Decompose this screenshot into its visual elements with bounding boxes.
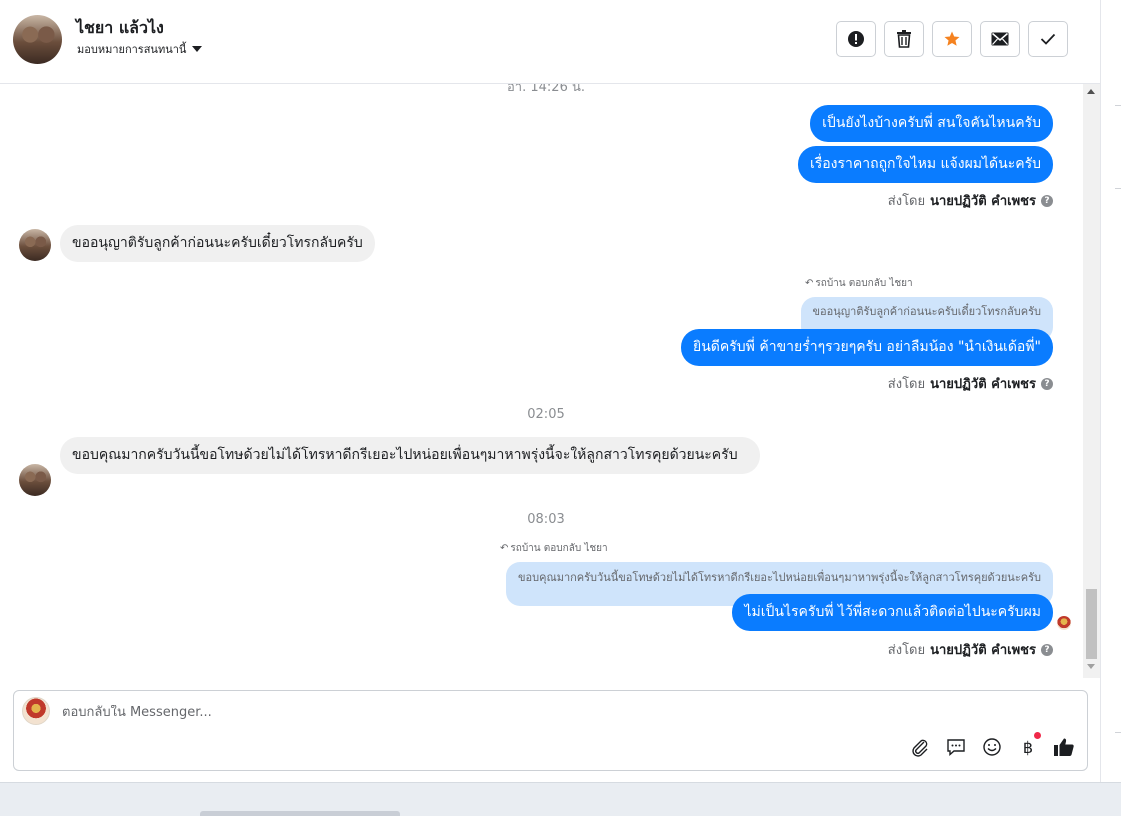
spam-button[interactable] xyxy=(836,21,876,57)
help-icon[interactable]: ? xyxy=(1041,643,1053,656)
reply-label: ↶ รถบ้าน ตอบกลับ ไชยา xyxy=(805,276,913,291)
delete-button[interactable] xyxy=(884,21,924,57)
trash-icon xyxy=(897,30,911,48)
attach-icon[interactable] xyxy=(909,736,931,758)
outgoing-message[interactable]: ไม่เป็นไรครับพี่ ไว้พี่สะดวกแล้วติดต่อไป… xyxy=(732,594,1053,631)
emoji-icon[interactable] xyxy=(981,736,1003,758)
reply-label-text: รถบ้าน ตอบกลับ ไชยา xyxy=(510,543,608,554)
taskbar xyxy=(0,782,1121,816)
contact-avatar[interactable] xyxy=(13,15,62,64)
star-icon xyxy=(944,31,960,46)
sent-by-info: ส่งโดย นายปฏิวัติ คำเพชร ? xyxy=(888,190,1053,211)
done-button[interactable] xyxy=(1028,21,1068,57)
divider xyxy=(1115,105,1121,106)
reply-label-text: รถบ้าน ตอบกลับ ไชยา xyxy=(815,278,913,289)
reply-composer: ฿ xyxy=(13,690,1088,771)
conversation-header: ไชยา แล้วไง มอบหมายการสนทนานี้ xyxy=(0,0,1100,84)
sent-by-label: ส่งโดย xyxy=(887,643,926,658)
incoming-message[interactable]: ขอบคุณมากครับวันนี้ขอโทษด้วยไม่ได้โทรหาด… xyxy=(60,437,760,474)
reply-arrow-icon: ↶ xyxy=(805,278,814,289)
contact-name[interactable]: ไชยา แล้วไง xyxy=(76,16,164,41)
incoming-message[interactable]: ขออนุญาติรับลูกค้าก่อนนะครับเดี๋ยวโทรกลั… xyxy=(60,225,375,262)
timestamp: 02:05 xyxy=(527,407,565,422)
divider xyxy=(1115,732,1121,733)
scrollbar-thumb[interactable] xyxy=(1086,589,1097,659)
composer-tools: ฿ xyxy=(909,732,1075,758)
payment-icon[interactable]: ฿ xyxy=(1017,732,1041,758)
contact-avatar-small xyxy=(19,229,51,261)
conversation-thread[interactable]: อา. 14:26 น. เป็นยังไงบ้างครับพี่ สนใจคั… xyxy=(0,84,1100,678)
sent-by-label: ส่งโดย xyxy=(887,377,926,392)
timestamp: อา. 14:26 น. xyxy=(507,84,585,95)
side-panel-edge xyxy=(1100,0,1121,782)
header-actions xyxy=(836,21,1068,57)
page-avatar xyxy=(22,697,50,725)
outgoing-message[interactable]: เป็นยังไงบ้างครับพี่ สนใจคันไหนครับ xyxy=(810,105,1053,142)
mark-unread-button[interactable] xyxy=(980,21,1020,57)
sent-by-info: ส่งโดย นายปฏิวัติ คำเพชร ? xyxy=(888,639,1053,660)
sent-by-label: ส่งโดย xyxy=(887,194,926,209)
sender-name: นายปฏิวัติ คำเพชร xyxy=(930,194,1036,209)
read-receipt-avatar xyxy=(1057,616,1071,630)
reply-label: ↶ รถบ้าน ตอบกลับ ไชยา xyxy=(500,541,608,556)
scrollbar[interactable] xyxy=(1083,84,1100,678)
notification-dot xyxy=(1034,732,1041,739)
assign-label: มอบหมายการสนทนานี้ xyxy=(77,43,187,56)
saved-replies-icon[interactable] xyxy=(945,736,967,758)
taskbar-indicator xyxy=(200,811,400,816)
sender-name: นายปฏิวัติ คำเพชร xyxy=(930,377,1036,392)
assign-conversation-dropdown[interactable]: มอบหมายการสนทนานี้ xyxy=(77,40,203,58)
sent-by-info: ส่งโดย นายปฏิวัติ คำเพชร ? xyxy=(888,373,1053,394)
envelope-icon xyxy=(991,32,1009,46)
scroll-down-arrow-icon[interactable] xyxy=(1087,664,1095,669)
divider xyxy=(1115,188,1121,189)
sender-name: นายปฏิวัติ คำเพชร xyxy=(930,643,1036,658)
contact-avatar-small xyxy=(19,464,51,496)
help-icon[interactable]: ? xyxy=(1041,194,1053,207)
reply-arrow-icon: ↶ xyxy=(500,543,509,554)
caret-down-icon xyxy=(192,46,203,52)
messenger-panel: ไชยา แล้วไง มอบหมายการสนทนานี้ อา. 14:26… xyxy=(0,0,1100,782)
alert-icon xyxy=(848,31,864,47)
outgoing-message[interactable]: เรื่องราคาถถูกใจไหม แจ้งผมได้นะครับ xyxy=(797,146,1053,183)
scroll-up-arrow-icon[interactable] xyxy=(1087,89,1095,94)
reply-input[interactable] xyxy=(62,705,962,720)
help-icon[interactable]: ? xyxy=(1041,377,1053,390)
timestamp: 08:03 xyxy=(527,512,565,527)
star-button[interactable] xyxy=(932,21,972,57)
thumbs-up-icon[interactable] xyxy=(1053,736,1075,758)
baht-symbol: ฿ xyxy=(1022,737,1034,757)
outgoing-message[interactable]: ยินดีครับพี่ ค้าขายร่ำๆรวยๆครับ อย่าลืมน… xyxy=(681,329,1053,366)
check-icon xyxy=(1040,33,1056,45)
